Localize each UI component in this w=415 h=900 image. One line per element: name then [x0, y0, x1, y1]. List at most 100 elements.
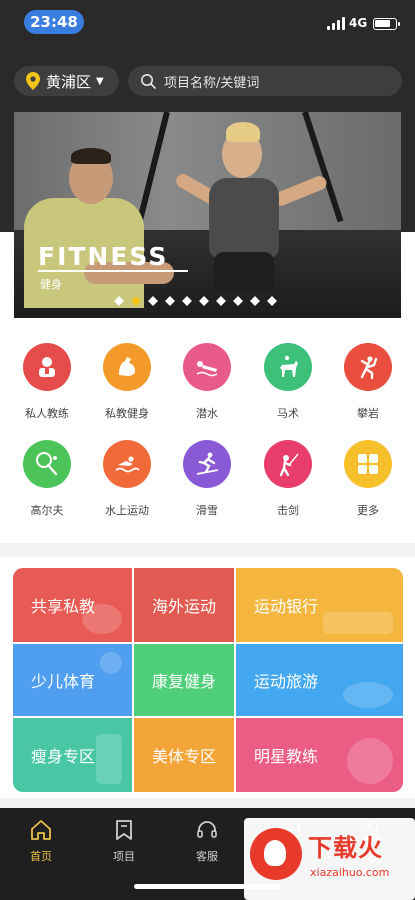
banner-carousel[interactable]: FITNESS 健身	[14, 112, 401, 318]
promo-grid: 共享私教 海外运动 运动银行 少儿体育 康复健身 运动旅游 瘦身专区 美体专区 …	[13, 568, 403, 792]
watermark-url: xiazaihuo.com	[310, 866, 390, 879]
umbrella-icon	[347, 738, 393, 784]
promo-label: 运动银行	[254, 597, 319, 616]
diving-icon	[183, 343, 231, 391]
palm-tree-icon	[96, 734, 122, 784]
category-label: 滑雪	[196, 504, 218, 517]
category-more[interactable]: 更多	[328, 440, 408, 518]
promo-sports-travel[interactable]: 运动旅游	[236, 644, 403, 716]
location-pin-icon	[26, 72, 40, 90]
banner-image-figure-body	[209, 178, 279, 258]
network-type: 4G	[349, 16, 368, 30]
promo-label: 美体专区	[152, 747, 217, 766]
headset-icon	[197, 821, 217, 838]
watermark: 下载火 xiazaihuo.com	[244, 818, 415, 900]
tab-home[interactable]: 首页	[6, 818, 76, 864]
carousel-dot[interactable]	[182, 296, 192, 306]
category-label: 高尔夫	[30, 504, 64, 517]
swimming-icon	[103, 440, 151, 488]
category-label: 攀岩	[357, 407, 379, 420]
tab-projects[interactable]: 项目	[89, 818, 159, 864]
category-label: 马术	[277, 407, 299, 420]
fencing-icon	[264, 440, 312, 488]
carousel-dot[interactable]	[233, 296, 243, 306]
carousel-dot[interactable]	[216, 296, 226, 306]
banner-image-trainer-hair	[71, 148, 111, 164]
airplane-icon	[343, 682, 393, 708]
carousel-dot[interactable]	[165, 296, 175, 306]
promo-shared-trainer[interactable]: 共享私教	[13, 568, 132, 642]
promo-label: 瘦身专区	[31, 747, 96, 766]
banner-title-underline	[38, 270, 188, 272]
promo-rehab-fitness[interactable]: 康复健身	[134, 644, 234, 716]
banner-image-figure-hair	[226, 122, 260, 142]
search-input[interactable]: 项目名称/关键词	[128, 66, 402, 96]
carousel-dot[interactable]	[267, 296, 277, 306]
category-label: 私人教练	[25, 407, 69, 420]
promo-slimming-zone[interactable]: 瘦身专区	[13, 718, 132, 792]
category-diving[interactable]: 潜水	[167, 343, 247, 421]
promo-kids-sports[interactable]: 少儿体育	[13, 644, 132, 716]
category-water-sports[interactable]: 水上运动	[87, 440, 167, 518]
category-label: 更多	[357, 504, 379, 517]
muscle-icon	[103, 343, 151, 391]
chevron-down-icon: ▼	[96, 75, 104, 87]
promo-label: 明星教练	[254, 747, 319, 766]
watermark-title: 下载火	[308, 834, 383, 862]
promo-overseas-sports[interactable]: 海外运动	[134, 568, 234, 642]
carousel-dot[interactable]	[250, 296, 260, 306]
banner-subtitle: 健身	[40, 278, 62, 291]
promo-label: 运动旅游	[254, 672, 319, 691]
category-label: 击剑	[277, 504, 299, 517]
bookmark-icon	[116, 820, 132, 840]
climbing-icon	[344, 343, 392, 391]
signal-icon	[327, 16, 345, 30]
category-climbing[interactable]: 攀岩	[328, 343, 408, 421]
category-grid: 私人教练 私教健身 潜水 马术 攀岩 高尔夫 水上运动 滑雪 击剑 更多	[0, 340, 415, 540]
location-selector[interactable]: 黄浦区 ▼	[14, 66, 119, 96]
trainer-icon	[23, 343, 71, 391]
section-divider	[0, 543, 415, 557]
carousel-indicators	[114, 296, 304, 306]
watermark-logo-icon	[250, 828, 302, 880]
banner-image-figure-legs	[214, 252, 274, 292]
category-private-fitness[interactable]: 私教健身	[87, 343, 167, 421]
tab-label: 项目	[113, 850, 135, 863]
category-golf[interactable]: 高尔夫	[7, 440, 87, 518]
category-label: 潜水	[196, 407, 218, 420]
tab-label: 客服	[196, 850, 218, 863]
sun-icon	[100, 652, 122, 674]
promo-sports-bank[interactable]: 运动银行	[236, 568, 403, 642]
battery-icon	[373, 18, 400, 30]
category-fencing[interactable]: 击剑	[248, 440, 328, 518]
skiing-icon	[183, 440, 231, 488]
section-divider	[0, 798, 415, 808]
carousel-dot[interactable]	[199, 296, 209, 306]
promo-star-coach[interactable]: 明星教练	[236, 718, 403, 792]
home-icon	[31, 820, 51, 840]
category-equestrian[interactable]: 马术	[248, 343, 328, 421]
promo-label: 共享私教	[31, 597, 96, 616]
promo-label: 康复健身	[152, 672, 217, 691]
category-trainer[interactable]: 私人教练	[7, 343, 87, 421]
carousel-dot[interactable]	[148, 296, 158, 306]
category-label: 私教健身	[105, 407, 149, 420]
horse-icon	[264, 343, 312, 391]
golf-icon	[23, 440, 71, 488]
status-bar: 23:48 4G	[0, 0, 415, 46]
status-time: 23:48	[24, 10, 84, 34]
ship-icon	[323, 612, 393, 634]
location-label: 黄浦区	[46, 72, 92, 91]
category-label: 水上运动	[105, 504, 149, 517]
search-icon	[141, 74, 156, 89]
promo-body-shaping[interactable]: 美体专区	[134, 718, 234, 792]
carousel-dot[interactable]	[131, 296, 141, 306]
promo-label: 海外运动	[152, 597, 217, 616]
promo-label: 少儿体育	[31, 672, 96, 691]
banner-title: FITNESS	[38, 242, 169, 271]
tab-label: 首页	[30, 850, 52, 863]
carousel-dot[interactable]	[114, 296, 124, 306]
category-skiing[interactable]: 滑雪	[167, 440, 247, 518]
tab-service[interactable]: 客服	[172, 818, 242, 864]
more-grid-icon	[344, 440, 392, 488]
